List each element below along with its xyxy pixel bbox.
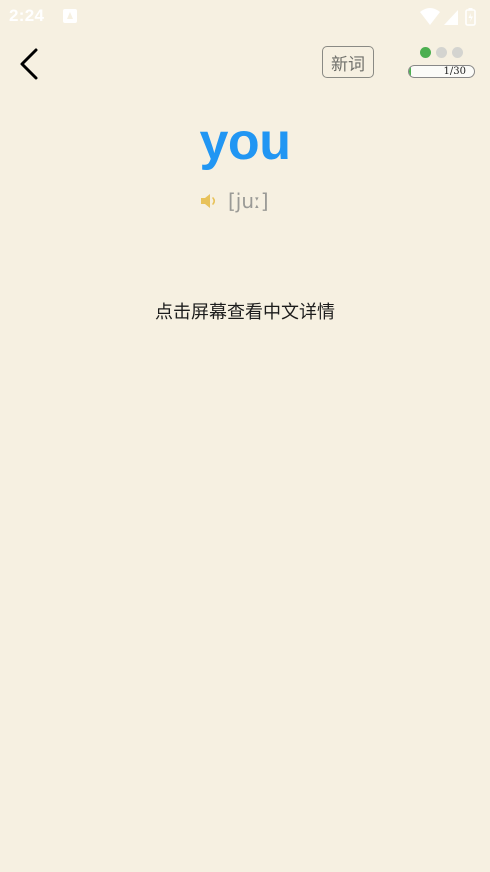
new-word-button[interactable]: 新词 <box>322 46 374 78</box>
status-bar: 2:24 <box>0 0 490 34</box>
progress-dot <box>452 47 463 58</box>
progress-fill <box>409 66 412 77</box>
back-chevron-icon <box>20 48 38 80</box>
wifi-icon <box>420 8 440 25</box>
progress-label: 1/30 <box>443 66 466 77</box>
notification-icon <box>63 9 77 23</box>
phonetic-text: [juː] <box>228 189 269 213</box>
status-time: 2:24 <box>9 6 45 25</box>
battery-icon <box>465 8 476 26</box>
progress-dot <box>436 47 447 58</box>
speaker-icon[interactable] <box>200 192 220 210</box>
progress-bar: 1/30 <box>408 65 475 78</box>
word-title: you <box>199 113 291 171</box>
back-button[interactable] <box>14 44 48 84</box>
progress-dot <box>420 47 431 58</box>
tap-hint[interactable]: 点击屏幕查看中文详情 <box>0 298 490 324</box>
progress-dots <box>420 47 463 58</box>
signal-icon <box>444 10 458 25</box>
pronunciation-row: [juː] <box>200 186 269 216</box>
new-word-label: 新词 <box>331 54 365 75</box>
status-icons <box>420 7 480 27</box>
